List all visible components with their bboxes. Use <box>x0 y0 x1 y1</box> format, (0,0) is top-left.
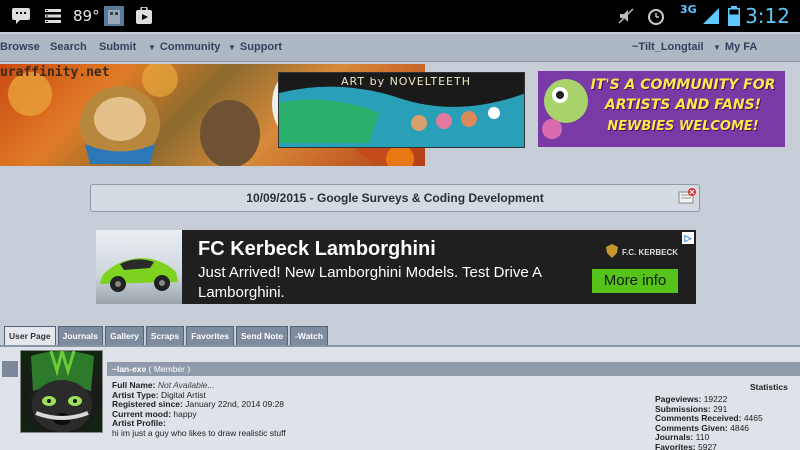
message-icon <box>10 6 32 26</box>
dropdown-arrow-icon: ▼ <box>713 43 721 52</box>
nav-support-label: Support <box>239 41 283 53</box>
value: 4465 <box>743 413 763 424</box>
tab-gallery[interactable]: Gallery <box>105 326 144 345</box>
ad-brand: F.C. KERBECK <box>622 248 679 257</box>
notice-text: 10/09/2015 - Google Surveys & Coding Dev… <box>246 191 544 205</box>
nav-my-fa[interactable]: ▼ My FA <box>713 41 757 53</box>
label: Favorites: <box>655 441 696 450</box>
label: Journals: <box>655 432 694 443</box>
value: 291 <box>713 403 728 414</box>
list-icon <box>42 6 64 26</box>
site-notice: 10/09/2015 - Google Surveys & Coding Dev… <box>90 184 700 212</box>
label: Current mood: <box>112 408 172 419</box>
tab-user-page[interactable]: User Page <box>4 326 56 347</box>
community-banner[interactable]: IT'S A COMMUNITY FOR ARTISTS AND FANS! N… <box>538 71 785 147</box>
nav-username[interactable]: ~Tilt_Longtail <box>632 41 704 53</box>
statistics-list: Pageviews: 19222 Submissions: 291 Commen… <box>655 394 763 450</box>
profile-username[interactable]: ~lan-exe ( Member ) <box>112 364 190 374</box>
more-info-button[interactable]: More info <box>592 269 678 293</box>
tab-scraps[interactable]: Scraps <box>145 326 185 345</box>
status-bar: 89° 3G 3:12 <box>0 0 800 32</box>
signal-icon <box>700 6 722 26</box>
advertisement[interactable]: FC Kerbeck Lamborghini Just Arrived! New… <box>96 230 696 304</box>
profile-bio: hi im just a guy who likes to draw reali… <box>112 427 286 438</box>
statistics-title: Statistics <box>750 382 788 392</box>
value: January 22nd, 2014 09:28 <box>185 399 285 410</box>
nav-community[interactable]: ▼ Community <box>148 41 220 53</box>
nav-search[interactable]: Search <box>50 41 87 53</box>
tab-favorites[interactable]: Favorites <box>186 326 235 345</box>
mute-icon <box>615 6 637 26</box>
username-text: ~lan-exe <box>112 364 147 374</box>
label: Comments Given: <box>655 422 728 433</box>
site-banner-text: uraffinity.net <box>0 65 110 80</box>
art-credit: ART by NOVELTEETH <box>341 75 471 88</box>
art-banner[interactable]: ART by NOVELTEETH <box>278 72 525 148</box>
username-bar <box>107 362 800 376</box>
ad-choices-icon[interactable]: ▷ <box>682 232 694 244</box>
temperature: 89° <box>73 7 100 25</box>
tab-send-note[interactable]: Send Note <box>236 326 289 345</box>
label: Registered since: <box>112 399 183 410</box>
banner-line-1: IT'S A COMMUNITY FOR <box>590 77 776 93</box>
label: Pageviews: <box>655 394 702 404</box>
play-store-icon <box>133 6 155 26</box>
network-type: 3G <box>680 3 697 16</box>
label: Submissions: <box>655 403 711 414</box>
banner-line-2: ARTISTS AND FANS! <box>604 97 762 113</box>
value: 5927 <box>698 441 717 450</box>
nav-browse[interactable]: Browse <box>0 41 40 53</box>
clock: 3:12 <box>745 4 790 28</box>
stat-favorites: Favorites: 5927 <box>655 441 763 450</box>
alarm-icon <box>645 6 667 26</box>
value: Not Available... <box>157 380 215 390</box>
close-notice-icon[interactable] <box>678 188 696 206</box>
ad-body: Just Arrived! New Lamborghini Models. Te… <box>198 264 542 301</box>
label: Artist Profile: <box>112 418 166 429</box>
dropdown-arrow-icon: ▼ <box>148 43 156 52</box>
avatar[interactable] <box>20 350 103 433</box>
battery-icon <box>727 6 741 26</box>
ad-title[interactable]: FC Kerbeck Lamborghini <box>198 238 436 261</box>
nav-community-label: Community <box>159 41 221 53</box>
profile-details: Full Name: Not Available... Artist Type:… <box>112 380 286 439</box>
car-image <box>96 230 182 304</box>
nav-my-fa-label: My FA <box>724 41 758 53</box>
profile-panel: ~lan-exe ( Member ) Full Name: Not Avail… <box>0 347 800 450</box>
dropdown-arrow-icon: ▼ <box>228 43 236 52</box>
value: 110 <box>695 432 710 443</box>
value: 19222 <box>703 394 728 404</box>
banner-line-3: NEWBIES WELCOME! <box>607 119 759 134</box>
nav-submit[interactable]: Submit <box>99 41 136 53</box>
profile-strip <box>2 361 18 377</box>
shield-logo-icon <box>606 244 618 263</box>
nav-support[interactable]: ▼ Support <box>228 41 282 53</box>
label: Full Name: <box>112 380 156 390</box>
value: happy <box>173 408 197 419</box>
weather-app-icon <box>103 6 125 26</box>
value: 4846 <box>730 422 750 433</box>
user-role: ( Member ) <box>148 364 191 374</box>
value: Digital Artist <box>160 389 206 400</box>
tab-journals[interactable]: Journals <box>57 326 104 345</box>
tab-watch[interactable]: -Watch <box>290 326 329 345</box>
label: Comments Received: <box>655 413 742 424</box>
profile-tabs: User Page Journals Gallery Scraps Favori… <box>4 326 329 347</box>
label: Artist Type: <box>112 389 159 400</box>
site-nav: Browse Search Submit ▼ Community ▼ Support… <box>0 34 800 62</box>
